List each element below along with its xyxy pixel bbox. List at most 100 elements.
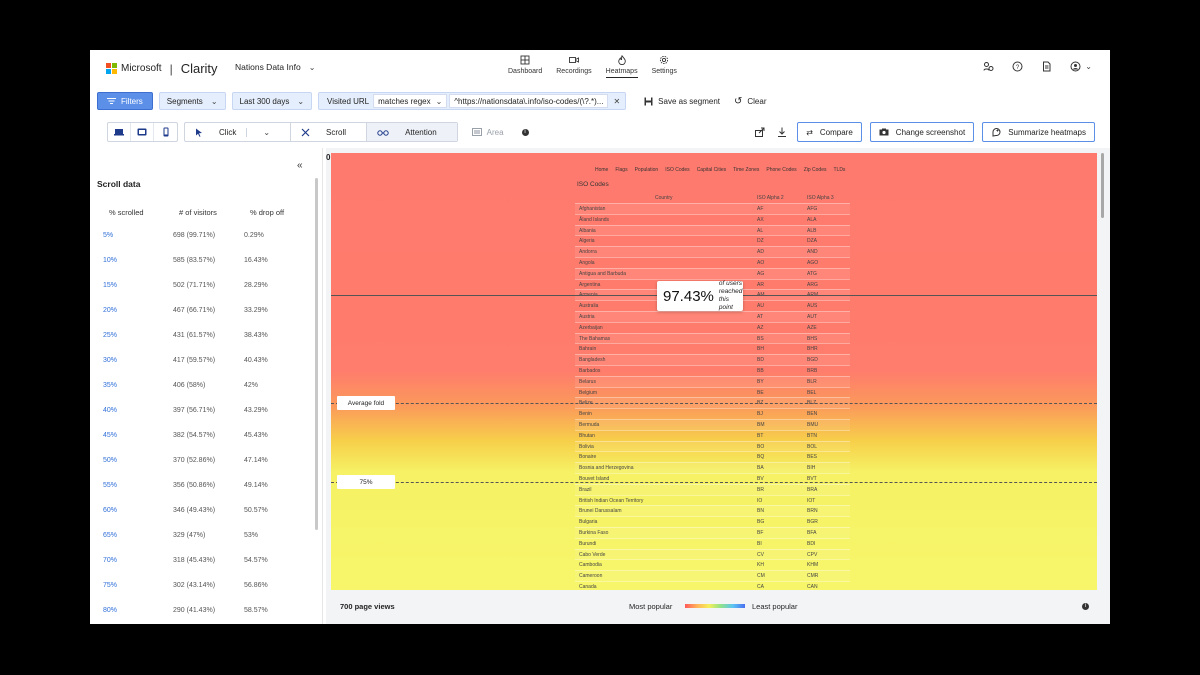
url-filter-value[interactable]: ^https://nationsdata\.info/iso-codes/(\?… bbox=[449, 94, 609, 108]
iso-table-row: Albania AL ALB bbox=[575, 224, 850, 236]
compare-button[interactable]: ⇄ Compare bbox=[797, 122, 862, 142]
nav-heatmaps[interactable]: Heatmaps bbox=[605, 55, 638, 78]
collapse-panel-icon[interactable]: « bbox=[297, 160, 303, 171]
iso-country: Angola bbox=[579, 260, 595, 266]
visitor-count: 370 (52.86%) bbox=[173, 457, 216, 464]
iso-alpha3: AGO bbox=[807, 260, 819, 266]
gear-icon bbox=[660, 55, 669, 65]
filters-button[interactable]: Filters bbox=[97, 92, 153, 110]
mode-click[interactable]: Click ⌄ bbox=[185, 123, 292, 141]
nav-settings[interactable]: Settings bbox=[652, 55, 677, 78]
scroll-data-row[interactable]: 35% 406 (58%) 42% bbox=[90, 382, 315, 407]
nav-recordings[interactable]: Recordings bbox=[556, 55, 592, 78]
iso-alpha3: BIH bbox=[807, 465, 816, 472]
clear-button[interactable]: ↺ Clear bbox=[734, 96, 767, 107]
iso-table-row: Brunei Darussalam BN BRN bbox=[575, 505, 850, 517]
iso-alpha2: AU bbox=[757, 303, 764, 310]
heatmap-toolbar: Click ⌄ Scroll Attention Area i bbox=[107, 122, 529, 142]
scroll-zero-label: 0 bbox=[326, 153, 331, 162]
desktop-icon[interactable] bbox=[108, 123, 131, 141]
mode-scroll[interactable]: Scroll bbox=[291, 123, 368, 141]
info-icon[interactable]: i bbox=[521, 128, 529, 136]
chevron-down-icon: ⌄ bbox=[435, 96, 443, 106]
scroll-data-row[interactable]: 5% 698 (99.71%) 0.29% bbox=[90, 232, 315, 257]
heatmap-scrollbar[interactable] bbox=[1101, 153, 1104, 218]
scroll-data-row[interactable]: 70% 318 (45.43%) 54.57% bbox=[90, 557, 315, 582]
iso-alpha3: ALA bbox=[807, 216, 817, 223]
heatmap-viewport: 0 Home Flags Population ISO Codes Capital Ci… bbox=[326, 148, 1110, 624]
panel-scrollbar[interactable] bbox=[315, 178, 318, 530]
save-as-segment-button[interactable]: Save as segment bbox=[644, 97, 720, 106]
scroll-data-row[interactable]: 10% 585 (83.57%) 16.43% bbox=[90, 257, 315, 282]
scrolled-percent: 40% bbox=[103, 407, 118, 414]
help-icon[interactable]: ? bbox=[1012, 61, 1023, 72]
iso-alpha3: BMU bbox=[807, 422, 819, 428]
iso-table-row: Brazil BR BRA bbox=[575, 483, 850, 495]
scroll-data-row[interactable]: 20% 467 (66.71%) 33.29% bbox=[90, 307, 315, 332]
info-icon[interactable]: i bbox=[1082, 602, 1089, 610]
drop-off-percent: 50.57% bbox=[244, 507, 268, 514]
iso-country: Burundi bbox=[579, 540, 597, 547]
team-icon[interactable] bbox=[983, 61, 994, 72]
panel-title: Scroll data bbox=[97, 179, 141, 189]
iso-table-row: Azerbaijan AZ AZE bbox=[575, 321, 850, 333]
scroll-data-row[interactable]: 60% 346 (49.43%) 50.57% bbox=[90, 507, 315, 532]
scroll-data-row[interactable]: 75% 302 (43.14%) 56.86% bbox=[90, 582, 315, 607]
date-range-label: Last 300 days bbox=[239, 96, 290, 106]
segments-dropdown[interactable]: Segments ⌄ bbox=[158, 92, 226, 110]
site-page-title: ISO Codes bbox=[577, 181, 609, 188]
iso-alpha2: CV bbox=[757, 551, 764, 558]
popularity-gradient bbox=[685, 604, 745, 608]
site-menu-item: Home bbox=[595, 167, 609, 173]
scrolled-percent: 60% bbox=[103, 507, 118, 514]
scroll-data-row[interactable]: 55% 356 (50.86%) 49.14% bbox=[90, 482, 315, 507]
iso-alpha2: BN bbox=[757, 508, 764, 515]
scroll-data-row[interactable]: 15% 502 (71.71%) 28.29% bbox=[90, 282, 315, 307]
iso-alpha2: AF bbox=[757, 206, 764, 212]
iso-alpha2: AL bbox=[757, 227, 764, 234]
close-icon[interactable]: ✕ bbox=[608, 97, 625, 106]
scroll-heatmap[interactable]: Home Flags Population ISO Codes Capital Citi… bbox=[331, 153, 1097, 590]
visitor-count: 290 (41.43%) bbox=[173, 607, 216, 614]
col-header-dropoff: % drop off bbox=[250, 208, 285, 217]
scroll-data-row[interactable]: 45% 382 (54.57%) 45.43% bbox=[90, 432, 315, 457]
date-range-dropdown[interactable]: Last 300 days ⌄ bbox=[231, 92, 313, 110]
scrolled-percent: 75% bbox=[103, 582, 118, 589]
project-selector[interactable]: Nations Data Info ⌄ bbox=[235, 62, 315, 72]
scroll-data-row[interactable]: 50% 370 (52.86%) 47.14% bbox=[90, 457, 315, 482]
summarize-heatmaps-button[interactable]: Summarize heatmaps bbox=[982, 122, 1095, 142]
visited-url-filter[interactable]: Visited URL matches regex ⌄ ^https://nat… bbox=[318, 92, 627, 110]
change-screenshot-button[interactable]: Change screenshot bbox=[869, 122, 975, 142]
area-tool[interactable]: Area bbox=[471, 128, 504, 137]
iso-country: Bonaire bbox=[579, 454, 597, 461]
brand[interactable]: Microsoft | Clarity bbox=[106, 61, 218, 76]
scroll-data-row[interactable]: 80% 290 (41.43%) 58.57% bbox=[90, 607, 315, 624]
camera-icon bbox=[879, 128, 889, 136]
iso-country: Bolivia bbox=[579, 443, 594, 450]
download-icon[interactable] bbox=[775, 127, 789, 137]
site-menu-item: Phone Codes bbox=[766, 167, 797, 173]
mode-attention[interactable]: Attention bbox=[367, 123, 457, 141]
nav-recordings-label: Recordings bbox=[556, 68, 592, 75]
iso-country: Burkina Faso bbox=[579, 530, 609, 536]
filter-bar: Filters Segments ⌄ Last 300 days ⌄ Visit… bbox=[97, 92, 767, 110]
share-icon[interactable] bbox=[753, 127, 767, 137]
iso-country: Cameroon bbox=[579, 573, 603, 580]
iso-table-row: Cambodia KH KHM bbox=[575, 559, 850, 570]
scroll-data-row[interactable]: 65% 329 (47%) 53% bbox=[90, 532, 315, 557]
iso-country: Brazil bbox=[579, 486, 592, 493]
user-account-icon[interactable]: ⌄ bbox=[1070, 61, 1092, 72]
tablet-icon[interactable] bbox=[131, 123, 154, 141]
iso-alpha2: BS bbox=[757, 335, 764, 342]
mobile-icon[interactable] bbox=[154, 123, 177, 141]
iso-country: Algeria bbox=[579, 238, 595, 245]
change-screenshot-label: Change screenshot bbox=[895, 127, 966, 137]
document-icon[interactable] bbox=[1041, 61, 1052, 72]
iso-alpha3: ALB bbox=[807, 227, 817, 234]
scroll-data-row[interactable]: 30% 417 (59.57%) 40.43% bbox=[90, 357, 315, 382]
scroll-data-row[interactable]: 40% 397 (56.71%) 43.29% bbox=[90, 407, 315, 432]
product-name: Clarity bbox=[180, 61, 218, 76]
nav-dashboard[interactable]: Dashboard bbox=[508, 55, 542, 78]
url-filter-operator[interactable]: matches regex ⌄ bbox=[373, 94, 448, 108]
scroll-data-row[interactable]: 25% 431 (61.57%) 38.43% bbox=[90, 332, 315, 357]
